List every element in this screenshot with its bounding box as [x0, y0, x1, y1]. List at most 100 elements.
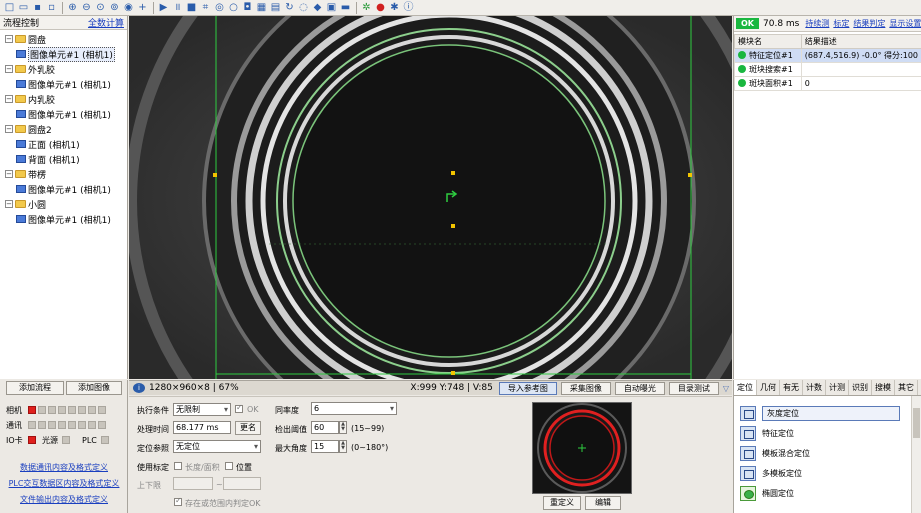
open-icon[interactable]: ▭: [17, 1, 30, 14]
table-row[interactable]: 斑块搜索#1: [734, 62, 921, 77]
save-icon[interactable]: ▪: [31, 1, 44, 14]
image-viewport[interactable]: [129, 16, 732, 379]
crop-icon[interactable]: ⌗: [199, 1, 212, 14]
collapse-icon[interactable]: −: [5, 125, 13, 133]
tool-tab[interactable]: 识别: [849, 380, 872, 395]
tree-image-unit[interactable]: 图像单元#1 (相机1): [16, 182, 111, 196]
tree-image-unit[interactable]: 图像单元#1 (相机1): [16, 107, 111, 121]
add-process-button[interactable]: 添加流程: [6, 381, 64, 395]
collapse-icon[interactable]: −: [5, 65, 13, 73]
stop-icon[interactable]: ■: [185, 1, 198, 14]
tree-folder[interactable]: − 带楞: [5, 167, 46, 181]
pause-icon[interactable]: ॥: [171, 1, 184, 14]
grid-icon[interactable]: ▦: [255, 1, 268, 14]
result-judge-link[interactable]: 结果判定: [853, 18, 885, 29]
directory-test-button[interactable]: 目录测试: [668, 381, 719, 395]
collapse-icon[interactable]: −: [5, 200, 13, 208]
tool-item[interactable]: 特征定位: [740, 424, 794, 442]
tool-item[interactable]: 椭圆定位: [740, 484, 794, 502]
similarity-select[interactable]: 6: [311, 402, 397, 415]
file-output-format-link[interactable]: 文件输出内容及格式定义: [0, 494, 128, 505]
tool-tab[interactable]: 有无: [780, 380, 803, 395]
tree-image-unit[interactable]: 图像单元#1 (相机1): [16, 212, 111, 226]
max-angle-stepper[interactable]: ▲ ▼: [339, 440, 347, 453]
collapse-icon[interactable]: −: [5, 95, 13, 103]
save-as-icon[interactable]: ▫: [45, 1, 58, 14]
table-row[interactable]: 特征定位#1 (687.4,516.9) -0.0° 得分:100: [734, 48, 921, 63]
collapse-icon[interactable]: −: [5, 170, 13, 178]
tool-item[interactable]: 模板混合定位: [740, 444, 810, 462]
tool-item[interactable]: 多模板定位: [740, 464, 802, 482]
threshold-stepper[interactable]: ▲ ▼: [339, 421, 347, 434]
circle-icon[interactable]: ○: [227, 1, 240, 14]
zoom-fit-icon[interactable]: ⊙: [94, 1, 107, 14]
calc-all-link[interactable]: 全数计算: [88, 16, 124, 29]
tool-tab[interactable]: 几何: [757, 380, 780, 395]
zoom-in-icon[interactable]: ⊕: [66, 1, 79, 14]
ring-icon[interactable]: ◎: [213, 1, 226, 14]
tool-tab[interactable]: 计数: [803, 380, 826, 395]
auto-exposure-button[interactable]: 自动曝光: [614, 381, 665, 395]
chevron-down-icon[interactable]: ▽: [723, 384, 729, 393]
table-row[interactable]: 斑块面积#1 0: [734, 76, 921, 91]
collapse-icon[interactable]: −: [5, 35, 13, 43]
scrollbar-thumb[interactable]: [913, 408, 920, 438]
tree-folder[interactable]: − 圆盘2: [5, 122, 52, 136]
blur-icon[interactable]: ◌: [297, 1, 310, 14]
calibration-link[interactable]: 标定: [833, 18, 849, 29]
image-icon[interactable]: ▤: [269, 1, 282, 14]
max-angle-field[interactable]: 15: [311, 440, 339, 453]
info-icon[interactable]: ⓘ: [402, 1, 415, 14]
threshold-field[interactable]: 60: [311, 421, 339, 434]
rename-button[interactable]: 更名: [235, 421, 261, 435]
add-image-button[interactable]: 添加图像: [66, 381, 122, 395]
gear-icon[interactable]: ✲: [360, 1, 373, 14]
tree-image-unit[interactable]: 图像单元#1 (相机1): [16, 77, 111, 91]
tool-tab[interactable]: 搜模: [872, 380, 895, 395]
data-comm-format-link[interactable]: 数据通讯内容及格式定义: [0, 462, 128, 473]
locate-tool-icon: [740, 445, 756, 461]
module-name: 斑块搜索#1: [749, 65, 793, 74]
plc-data-format-link[interactable]: PLC交互数据区内容及格式定义: [0, 478, 128, 489]
zoom-reset-icon[interactable]: ⊚: [108, 1, 121, 14]
import-reference-button[interactable]: 导入参考图: [498, 381, 557, 395]
camera-icon[interactable]: ◘: [241, 1, 254, 14]
settings-icon[interactable]: ✱: [388, 1, 401, 14]
redefine-button[interactable]: 重定义: [543, 496, 581, 510]
tree-image-unit[interactable]: 背面 (相机1): [16, 152, 80, 166]
edit-button[interactable]: 编辑: [585, 496, 621, 510]
continuous-test-link[interactable]: 持续测: [805, 18, 829, 29]
upper-limit-field[interactable]: [223, 477, 261, 490]
exec-condition-select[interactable]: 无限制: [173, 403, 231, 416]
capture-image-button[interactable]: 采集图像: [560, 381, 611, 395]
tree-image-unit[interactable]: 图像单元#1 (相机1): [16, 46, 115, 62]
keyboard-icon[interactable]: ▬: [339, 1, 352, 14]
tree-folder[interactable]: − 内乳胶: [5, 92, 55, 106]
ref-position-select[interactable]: 无定位: [173, 440, 261, 453]
range-ok-checkbox[interactable]: [174, 496, 182, 506]
position-checkbox[interactable]: [225, 462, 233, 470]
tree-folder[interactable]: − 外乳胶: [5, 62, 55, 76]
tool-tab[interactable]: 计测: [826, 380, 849, 395]
rotate-icon[interactable]: ↻: [283, 1, 296, 14]
tool-scrollbar[interactable]: [911, 396, 921, 513]
new-icon[interactable]: □: [3, 1, 16, 14]
zoom-out-icon[interactable]: ⊖: [80, 1, 93, 14]
run-icon[interactable]: ▶: [157, 1, 170, 14]
tree-folder[interactable]: − 小圆: [5, 197, 46, 211]
ok-checkbox[interactable]: [235, 403, 243, 413]
tool-tab[interactable]: 定位: [734, 380, 757, 395]
length-area-checkbox[interactable]: [174, 462, 182, 470]
proc-time-field[interactable]: 68.177 ms: [173, 421, 231, 434]
tool-tab[interactable]: 其它: [895, 380, 918, 395]
tool-item[interactable]: 灰度定位: [740, 404, 900, 422]
lower-limit-field[interactable]: [173, 477, 213, 490]
display-settings-link[interactable]: 显示设置: [889, 18, 921, 29]
tree-folder[interactable]: − 圆盘: [5, 32, 46, 46]
tree-image-unit[interactable]: 正面 (相机1): [16, 137, 80, 151]
pin-icon[interactable]: ●: [374, 1, 387, 14]
color-icon[interactable]: ◆: [311, 1, 324, 14]
eye-icon[interactable]: ◉: [122, 1, 135, 14]
monitor-icon[interactable]: ▣: [325, 1, 338, 14]
crosshair-icon[interactable]: +: [136, 1, 149, 14]
